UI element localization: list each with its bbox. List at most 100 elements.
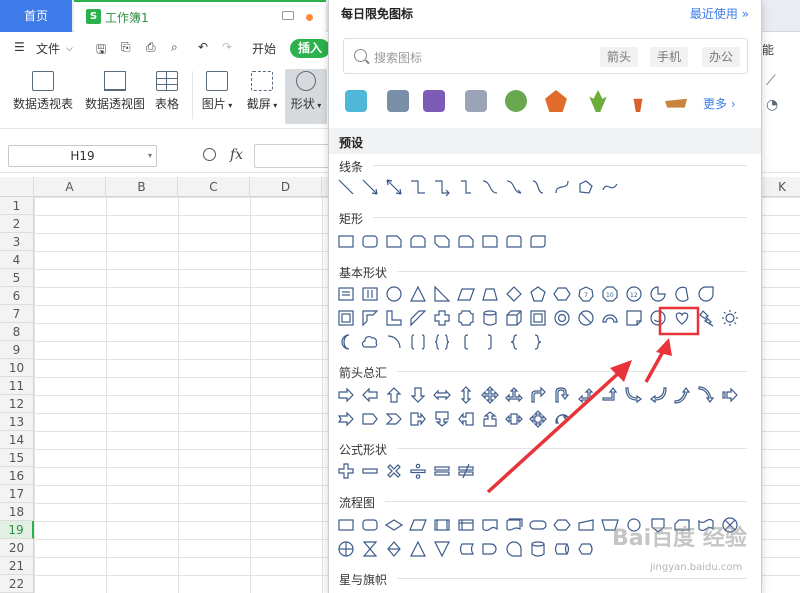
sun-shape-icon[interactable] [721, 309, 739, 327]
folded-corner-shape-icon[interactable] [625, 309, 643, 327]
select-all-corner[interactable] [0, 177, 34, 197]
l-shape-icon[interactable] [385, 309, 403, 327]
row-header[interactable]: 3 [0, 233, 34, 251]
column-header[interactable]: C [178, 177, 250, 197]
chevron-down-icon[interactable]: ⌵ [66, 44, 73, 54]
left-right-arrow-shape-icon[interactable] [433, 386, 451, 404]
flowchart-merge-shape-icon[interactable] [433, 540, 451, 558]
formula-input[interactable] [254, 144, 334, 168]
row-header[interactable]: 18 [0, 503, 34, 521]
hexagon-shape-icon[interactable] [553, 285, 571, 303]
row-header[interactable]: 8 [0, 323, 34, 341]
snip-corner-rect-shape-icon[interactable] [385, 232, 403, 250]
chevron-shape-icon[interactable] [385, 410, 403, 428]
zoom-icon[interactable] [203, 148, 216, 161]
scribble-shape-icon[interactable] [601, 178, 619, 196]
flowchart-extract-shape-icon[interactable] [409, 540, 427, 558]
row-header[interactable]: 11 [0, 377, 34, 395]
cube-shape-icon[interactable] [505, 309, 523, 327]
flowchart-internal-storage-shape-icon[interactable] [457, 516, 475, 534]
row-header[interactable]: 17 [0, 485, 34, 503]
line-shape-icon[interactable] [337, 178, 355, 196]
shield-badge-icon[interactable] [345, 90, 367, 112]
curved-up-arrow-shape-icon[interactable] [673, 386, 691, 404]
flowchart-multidocument-shape-icon[interactable] [505, 516, 523, 534]
row-header[interactable]: 13 [0, 413, 34, 431]
column-header[interactable]: B [106, 177, 178, 197]
tab-home[interactable]: 首页 [0, 0, 72, 32]
snip-same-side-rect-shape-icon[interactable] [409, 232, 427, 250]
pie-shape-icon[interactable] [649, 285, 667, 303]
left-right-arrow-callout-shape-icon[interactable] [505, 410, 523, 428]
flowchart-predefined-process-shape-icon[interactable] [433, 516, 451, 534]
triangle-shape-icon[interactable] [409, 285, 427, 303]
blue-badge-icon[interactable] [387, 90, 409, 112]
diamond-shape-icon[interactable] [505, 285, 523, 303]
pie-chart-icon[interactable]: ◔ [766, 97, 778, 113]
row-header[interactable]: 14 [0, 431, 34, 449]
heart-shape-icon[interactable] [673, 309, 691, 327]
flowchart-alternate-process-shape-icon[interactable] [361, 516, 379, 534]
table-button[interactable]: 表格 [150, 63, 184, 112]
pivot-chart-button[interactable]: 数据透视图 [82, 63, 148, 112]
chip-office[interactable]: 办公 [702, 47, 741, 67]
maple-leaf-icon[interactable] [545, 90, 567, 112]
left-arrow-callout-shape-icon[interactable] [457, 410, 475, 428]
row-header[interactable]: 20 [0, 539, 34, 557]
recent-used-link[interactable]: 最近使用 » [690, 5, 749, 22]
row-header[interactable]: 6 [0, 287, 34, 305]
bevel-shape-icon[interactable] [529, 309, 547, 327]
grey-badge-icon[interactable] [465, 90, 487, 112]
column-header[interactable]: D [250, 177, 322, 197]
flowchart-delay-shape-icon[interactable] [481, 540, 499, 558]
right-arrow-shape-icon[interactable] [337, 386, 355, 404]
row-header[interactable]: 22 [0, 575, 34, 593]
row-header[interactable]: 12 [0, 395, 34, 413]
flowchart-manual-input-shape-icon[interactable] [577, 516, 595, 534]
no-symbol-shape-icon[interactable] [577, 309, 595, 327]
redo-icon[interactable]: ↷ [222, 40, 232, 54]
quad-arrow-shape-icon[interactable] [481, 386, 499, 404]
parallelogram-shape-icon[interactable] [457, 285, 475, 303]
picture-button[interactable]: 图片 ▾ [197, 63, 237, 112]
format-painter-icon[interactable]: ⎘ [121, 40, 131, 55]
hamburger-icon[interactable]: ☰ [14, 40, 25, 54]
row-header[interactable]: 4 [0, 251, 34, 269]
menu-insert[interactable]: 插入 [290, 39, 330, 58]
pentagon-arrow-shape-icon[interactable] [361, 410, 379, 428]
flowchart-magnetic-disk-shape-icon[interactable] [529, 540, 547, 558]
curved-arrow-connector-shape-icon[interactable] [505, 178, 523, 196]
undo-icon[interactable]: ↶ [198, 40, 208, 54]
curve-shape-icon[interactable] [553, 178, 571, 196]
half-frame-shape-icon[interactable] [361, 309, 379, 327]
flowchart-document-shape-icon[interactable] [481, 516, 499, 534]
more-link[interactable]: 更多 › [703, 95, 736, 112]
minus-shape-icon[interactable] [361, 462, 379, 480]
u-turn-arrow-shape-icon[interactable] [553, 386, 571, 404]
double-brace-shape-icon[interactable] [433, 333, 451, 351]
screenshot-button[interactable]: 截屏 ▾ [242, 63, 282, 112]
trapezoid-shape-icon[interactable] [481, 285, 499, 303]
pentagon-shape-icon[interactable] [529, 285, 547, 303]
row-header[interactable]: 7 [0, 305, 34, 323]
flowchart-preparation-shape-icon[interactable] [553, 516, 571, 534]
wheelbarrow-icon[interactable] [665, 98, 687, 108]
circular-arrow-shape-icon[interactable] [553, 410, 572, 428]
right-bracket-shape-icon[interactable] [481, 333, 499, 351]
row-header[interactable]: 10 [0, 359, 34, 377]
save-icon[interactable]: 🖫 [96, 40, 106, 61]
round-diagonal-rect-shape-icon[interactable] [529, 232, 547, 250]
flowchart-process-shape-icon[interactable] [337, 516, 355, 534]
arrow-line-shape-icon[interactable] [361, 178, 379, 196]
flowchart-direct-access-storage-shape-icon[interactable] [553, 540, 571, 558]
row-header[interactable]: 16 [0, 467, 34, 485]
rectangle-shape-icon[interactable] [337, 232, 355, 250]
sprout-icon[interactable] [589, 90, 607, 112]
flowchart-or-shape-icon[interactable] [337, 540, 355, 558]
quad-arrow-callout-shape-icon[interactable] [529, 410, 547, 428]
left-arrow-shape-icon[interactable] [361, 386, 379, 404]
tab-workbook[interactable]: S 工作簿1 [74, 0, 326, 33]
moon-shape-icon[interactable] [337, 333, 355, 351]
menu-start[interactable]: 开始 [252, 40, 276, 57]
block-arc-shape-icon[interactable] [601, 309, 619, 327]
